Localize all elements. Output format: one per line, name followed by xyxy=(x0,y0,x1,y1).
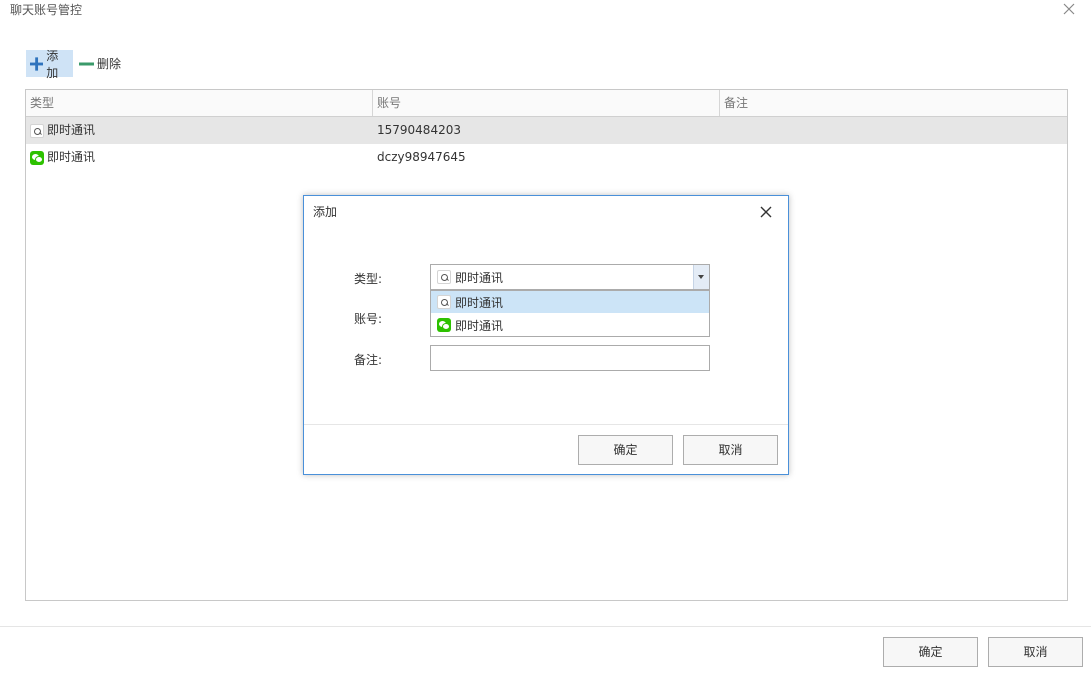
add-button[interactable]: 添加 xyxy=(26,49,73,80)
row-type-cell: 即时通讯 xyxy=(30,117,95,144)
add-label: 添加 xyxy=(46,48,59,80)
row-type-text: 即时通讯 xyxy=(47,150,96,164)
dropdown-arrow[interactable] xyxy=(693,265,709,289)
dialog-cancel-button[interactable]: 取消 xyxy=(683,435,778,465)
note-label: 备注: xyxy=(354,353,383,367)
dropdown-option[interactable]: 即时通讯 xyxy=(431,314,709,336)
dialog-title: 添加 xyxy=(313,205,338,219)
row-type-cell: 即时通讯 xyxy=(30,144,95,171)
qq-icon xyxy=(30,123,44,138)
column-header-type[interactable]: 类型 xyxy=(26,90,373,116)
wechat-icon xyxy=(30,150,44,165)
add-dialog: 添加 类型: 即时通讯 即时通讯 即时通讯 账号: 备注: 确定 取消 xyxy=(303,195,789,475)
row-account-text: 15790484203 xyxy=(377,123,461,137)
dialog-ok-button[interactable]: 确定 xyxy=(578,435,673,465)
row-type-text: 即时通讯 xyxy=(47,123,96,137)
type-select[interactable]: 即时通讯 xyxy=(430,264,710,290)
plus-icon xyxy=(30,56,44,71)
type-select-text: 即时通讯 xyxy=(455,270,504,285)
qq-icon xyxy=(437,270,451,284)
cancel-button[interactable]: 取消 xyxy=(988,637,1083,667)
chevron-down-icon xyxy=(698,275,704,279)
column-header-note[interactable]: 备注 xyxy=(720,90,1067,116)
dropdown-option[interactable]: 即时通讯 xyxy=(431,291,709,313)
dialog-close-icon[interactable] xyxy=(759,205,773,219)
row-account-text: dczy98947645 xyxy=(377,150,466,164)
dialog-divider xyxy=(304,424,788,425)
table-row[interactable]: 即时通讯 dczy98947645 xyxy=(26,144,1067,171)
toolbar: 添加 删除 xyxy=(26,49,125,80)
delete-button[interactable]: 删除 xyxy=(75,50,125,77)
option-text: 即时通讯 xyxy=(455,318,504,333)
note-input[interactable] xyxy=(430,345,710,371)
type-select-value: 即时通讯 xyxy=(437,265,503,289)
window-title: 聊天账号管控 xyxy=(10,3,83,17)
type-dropdown-list: 即时通讯 即时通讯 xyxy=(430,290,710,337)
option-text: 即时通讯 xyxy=(455,295,504,310)
column-header-account[interactable]: 账号 xyxy=(373,90,720,116)
delete-label: 删除 xyxy=(97,57,122,71)
account-label: 账号: xyxy=(354,312,383,326)
ok-button[interactable]: 确定 xyxy=(883,637,978,667)
type-label: 类型: xyxy=(354,272,383,286)
table-header: 类型 账号 备注 xyxy=(26,90,1067,117)
qq-icon xyxy=(437,295,451,309)
close-icon[interactable] xyxy=(1062,2,1076,16)
wechat-icon xyxy=(437,318,451,332)
table-row[interactable]: 即时通讯 15790484203 xyxy=(26,117,1067,144)
minus-icon xyxy=(79,62,94,65)
footer-divider xyxy=(0,626,1091,627)
